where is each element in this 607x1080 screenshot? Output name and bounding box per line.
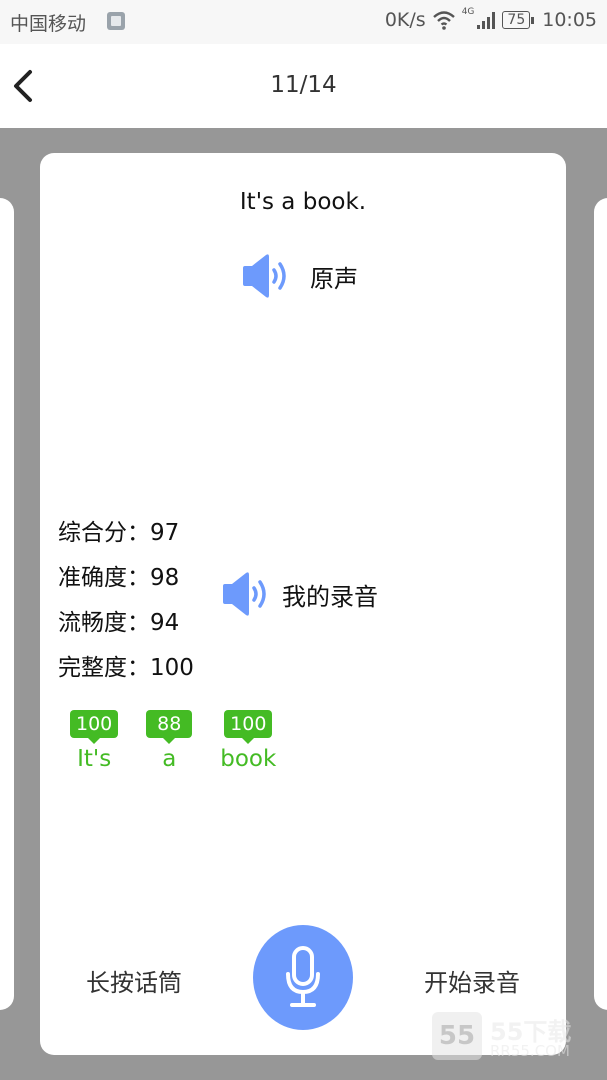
battery-icon: 75 — [502, 11, 535, 29]
score-value: 94 — [150, 610, 180, 636]
score-row-fluency: 流畅度： 94 — [58, 601, 194, 646]
word-text: book — [220, 746, 277, 772]
score-list: 综合分： 97 准确度： 98 流畅度： 94 完整度： 100 — [58, 511, 194, 691]
status-bar: 中国移动 0K/s 4G 75 10:05 — [0, 0, 607, 44]
word-score-badge: 88 — [146, 710, 193, 744]
my-recording-button[interactable]: 我的录音 — [220, 571, 378, 617]
score-row-overall: 综合分： 97 — [58, 511, 194, 556]
network-type: 4G — [461, 7, 475, 17]
original-audio-label: 原声 — [310, 264, 358, 293]
speaker-icon — [223, 572, 266, 616]
score-row-accuracy: 准确度： 98 — [58, 556, 194, 601]
net-speed: 0K/s — [384, 9, 426, 31]
watermark-logo: 55 — [432, 1012, 482, 1060]
wifi-icon — [432, 11, 455, 30]
watermark-url: RR55.COM — [490, 1042, 570, 1060]
word-text: a — [162, 746, 177, 772]
word-scores: 100 It's 88 a 100 book — [70, 710, 304, 772]
practice-card: It's a book. 原声 综合分： 97 准确度： 98 流畅度： 94 完整度… — [40, 153, 566, 1055]
score-label: 流畅度： — [58, 610, 150, 636]
word-text: It's — [77, 746, 112, 772]
top-bar: 11/14 — [0, 44, 607, 128]
speaker-icon — [243, 254, 286, 298]
hold-mic-hint: 长按话筒 — [86, 969, 182, 997]
word-score-badge: 100 — [70, 710, 119, 744]
original-audio-button[interactable]: 原声 — [240, 253, 358, 299]
score-row-completeness: 完整度： 100 — [58, 646, 194, 691]
signal-icon — [477, 12, 496, 29]
watermark: 55 55下载 RR55.COM — [432, 1012, 592, 1062]
notification-image-icon — [107, 12, 125, 30]
word-score-item: 100 book — [220, 710, 276, 772]
microphone-icon — [286, 945, 320, 1007]
word-score-item: 100 It's — [70, 710, 119, 772]
clock: 10:05 — [542, 9, 597, 31]
record-button[interactable] — [253, 925, 353, 1030]
page-counter: 11/14 — [270, 72, 337, 98]
sentence-text: It's a book. — [239, 189, 367, 215]
next-card[interactable] — [594, 198, 607, 1010]
score-value: 97 — [150, 520, 180, 546]
carrier-name: 中国移动 — [10, 13, 87, 35]
status-right: 0K/s 4G 75 10:05 — [384, 7, 597, 31]
word-score-item: 88 a — [146, 710, 193, 772]
score-label: 综合分： — [58, 520, 150, 546]
my-recording-label: 我的录音 — [282, 582, 378, 611]
word-score-badge: 100 — [224, 710, 273, 744]
previous-card[interactable] — [0, 198, 14, 1010]
score-value: 100 — [150, 655, 194, 681]
score-value: 98 — [150, 565, 180, 591]
start-recording-hint[interactable]: 开始录音 — [424, 963, 520, 998]
score-label: 完整度： — [58, 655, 150, 681]
score-label: 准确度： — [58, 565, 150, 591]
